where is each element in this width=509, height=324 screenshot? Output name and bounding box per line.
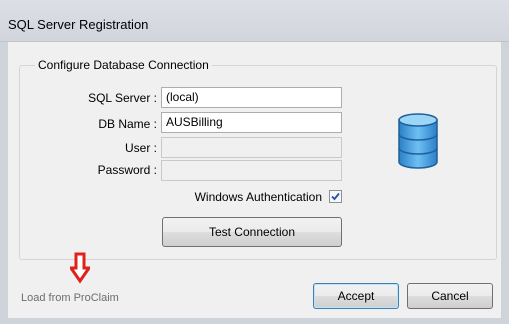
- cancel-button[interactable]: Cancel: [407, 283, 493, 309]
- windows-auth-label: Windows Authentication: [194, 190, 322, 204]
- down-arrow-icon: [68, 252, 92, 287]
- password-label: Password :: [97, 163, 157, 177]
- load-from-proclaim-link[interactable]: Load from ProClaim: [21, 292, 119, 304]
- groupbox-title: Configure Database Connection: [35, 58, 212, 72]
- test-connection-label: Test Connection: [208, 225, 296, 239]
- window-frame-left: [0, 42, 8, 324]
- window-frame-bottom: [0, 318, 509, 324]
- accept-button[interactable]: Accept: [313, 283, 399, 309]
- sql-server-input[interactable]: (local): [161, 87, 342, 108]
- db-name-input[interactable]: AUSBilling: [161, 112, 342, 133]
- windows-auth-checkbox[interactable]: [329, 190, 342, 203]
- test-connection-button[interactable]: Test Connection: [162, 217, 342, 247]
- user-label: User :: [124, 141, 157, 155]
- cancel-label: Cancel: [431, 289, 469, 303]
- db-name-label: DB Name :: [98, 117, 157, 131]
- checkmark-icon: [331, 192, 340, 201]
- window-frame-right: [501, 42, 509, 324]
- accept-label: Accept: [337, 289, 375, 303]
- database-icon: [396, 112, 440, 173]
- password-input[interactable]: [161, 160, 342, 181]
- user-input[interactable]: [161, 137, 342, 158]
- window-title: SQL Server Registration: [8, 17, 149, 32]
- title-bar: SQL Server Registration: [0, 0, 509, 42]
- sql-server-label: SQL Server :: [88, 91, 157, 105]
